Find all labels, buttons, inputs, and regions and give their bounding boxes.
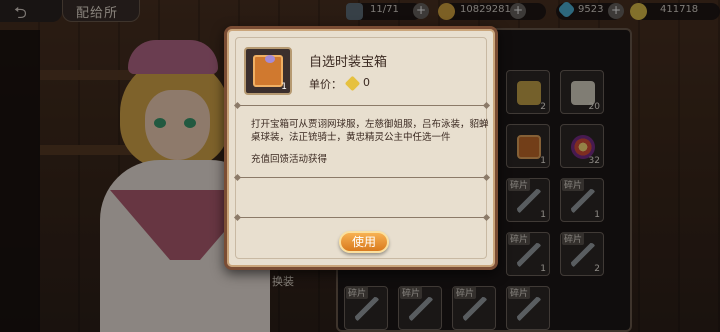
divider bbox=[237, 217, 487, 218]
ribbon-icon bbox=[265, 55, 275, 63]
item-slot: 1 bbox=[244, 47, 292, 95]
item-count: 1 bbox=[281, 82, 287, 92]
item-detail-dialog: 1 自选时装宝箱 单价： 0 打开宝箱可从贾诩网球服，左慈御姐服，吕布泳装，貂蝉… bbox=[224, 26, 498, 270]
price-label: 单价： bbox=[309, 78, 342, 91]
divider bbox=[237, 105, 487, 106]
use-button[interactable]: 使用 bbox=[339, 231, 389, 253]
divider bbox=[237, 177, 487, 178]
item-name: 自选时装宝箱 bbox=[309, 55, 388, 70]
price-value: 0 bbox=[363, 76, 370, 89]
gift-box-icon bbox=[253, 55, 283, 87]
item-source: 充值回馈活动获得 bbox=[251, 154, 328, 165]
item-description: 打开宝箱可从贾诩网球服，左慈御姐服，吕布泳装，貂蝉桌球装，法正铳骑士，黄忠精灵公… bbox=[251, 119, 489, 143]
